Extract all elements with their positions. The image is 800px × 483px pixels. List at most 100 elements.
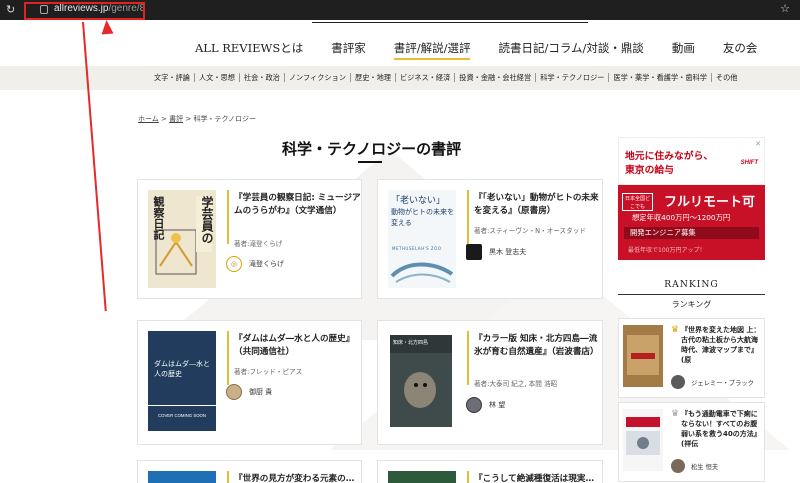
book-author: 著者:大泰司 紀之, 本間 浩昭 — [474, 380, 558, 388]
ranking-reviewer[interactable]: ジェレミー・ブラック — [671, 375, 754, 389]
reviewer-name: 黒木 登志夫 — [489, 248, 527, 256]
review-title[interactable]: 『カラー版 知床・北方四島―流氷が育む自然遺産』（岩波書店） — [474, 333, 602, 358]
reviewer-name: 林 望 — [489, 401, 506, 409]
nav-item-reviewers[interactable]: 書評家 — [331, 40, 366, 60]
reviewer-avatar — [466, 397, 482, 413]
reviewer-avatar — [671, 459, 685, 473]
genre-item[interactable]: ノンフィクション — [285, 73, 352, 82]
nav-item-reviews[interactable]: 書評/解説/選評 — [393, 40, 471, 60]
reviewer[interactable]: 黒木 登志夫 — [466, 244, 526, 260]
review-title[interactable]: 『「老いない」動物がヒトの未来を変える』（原書房） — [474, 192, 602, 217]
ranking-subheading: ランキング — [671, 300, 712, 309]
cover-text: METHUSELAH'S ZOO — [392, 246, 442, 251]
book-cover[interactable] — [148, 471, 216, 483]
genre-item[interactable]: その他 — [712, 73, 742, 82]
reviewer[interactable]: 御厨 貴 — [226, 384, 272, 400]
nav-item-club[interactable]: 友の会 — [723, 40, 758, 60]
reviewer-name: 御厨 貴 — [249, 388, 273, 396]
ad-top: ✕ 地元に住みながら、 東京の給与 SHIFT — [618, 137, 765, 185]
breadcrumb: ホーム > 書評 > 科学・テクノロジー — [138, 115, 257, 123]
accent-bar — [467, 331, 469, 385]
review-card[interactable]: 「老いない」 動物がヒトの未来を変える METHUSELAH'S ZOO 『「老い… — [377, 179, 603, 299]
review-card[interactable]: ダムはムダ―水と人の歴史 COVER COMING SOON 『ダムはムダ―水と… — [137, 320, 362, 445]
nav-item-video[interactable]: 動画 — [672, 40, 695, 60]
ranking-rule — [618, 294, 765, 295]
cover-text: ダムはムダ―水と人の歴史 — [154, 360, 210, 378]
ranking-heading: RANKING — [664, 279, 719, 290]
book-cover[interactable]: 「老いない」 動物がヒトの未来を変える METHUSELAH'S ZOO — [388, 190, 456, 288]
genre-item[interactable]: 社会・政治 — [240, 73, 285, 82]
review-title[interactable]: 『学芸員の観察日記: ミュージアムのうらがわ』（文学通信） — [234, 192, 362, 217]
ranking-thumb[interactable] — [623, 409, 663, 471]
review-title[interactable]: 『こうして絶滅種復活は現実… — [474, 473, 602, 483]
ranking-item[interactable]: ♛ 『世界を変えた地図 上：古代の粘土板から大航海時代、津波マップまで』(原 ジ… — [618, 318, 765, 398]
main-nav: ALL REVIEWSとは 書評家 書評/解説/選評 読書日記/コラム/対談・鼎… — [195, 40, 785, 60]
review-card[interactable]: 『こうして絶滅種復活は現実… — [377, 460, 603, 483]
book-author: 著者:滝登くらげ — [234, 240, 283, 248]
ranking-thumb-art — [623, 325, 663, 387]
book-author: 著者:フレッド・ピアス — [234, 368, 303, 376]
ranking-thumb[interactable] — [623, 325, 663, 387]
ad-note: 最低年収で100万円アップ！ — [628, 247, 706, 254]
genre-item[interactable]: 人文・思想 — [195, 73, 240, 82]
book-cover[interactable]: ダムはムダ―水と人の歴史 COVER COMING SOON — [148, 331, 216, 431]
reload-icon[interactable]: ↻ — [6, 3, 20, 17]
cover-text: 知床・北方四島 — [393, 340, 429, 346]
book-cover-art — [390, 335, 452, 427]
review-card[interactable]: 『世界の見方が変わる元素の… — [137, 460, 362, 483]
reviewer[interactable]: ◎ 滝登くらげ — [226, 256, 284, 272]
ad-badge: 日本全国どこでも — [622, 193, 653, 211]
ad-text: 地元に住みながら、 — [625, 151, 714, 162]
ad-headline: フルリモート可 — [664, 195, 756, 210]
cover-text: 学芸員の — [200, 196, 214, 244]
ad-salary: 想定年収400万円〜1200万円 — [632, 213, 731, 222]
book-cover[interactable]: 知床・北方四島 — [390, 335, 452, 427]
ad-close-icon[interactable]: ✕ — [755, 140, 761, 148]
crown-icon: ♛ — [671, 325, 680, 335]
book-cover[interactable] — [388, 471, 456, 483]
accent-bar — [227, 471, 229, 483]
review-card[interactable]: 観察日記 学芸員の 『学芸員の観察日記: ミュージアムのうらがわ』（文学通信） … — [137, 179, 362, 299]
crown-icon: ♛ — [671, 409, 680, 419]
nav-item-columns[interactable]: 読書日記/コラム/対談・鼎談 — [498, 40, 643, 60]
header-rule — [312, 22, 588, 23]
ad-brand: SHIFT — [740, 160, 758, 166]
ranking-title[interactable]: 『もう通勤電車で下痢にならない！すべてのお腹弱い系を救う40の方法』(祥伝 — [681, 409, 763, 449]
genre-item[interactable]: 文字・評論 — [150, 73, 195, 82]
genre-item[interactable]: 投資・金融・会社経営 — [455, 73, 537, 82]
genre-item[interactable]: 歴史・地理 — [351, 73, 396, 82]
reviewer-name: 滝登くらげ — [249, 260, 284, 268]
cover-text: COVER COMING SOON — [158, 413, 206, 418]
ad-recruit: 開発エンジニア募集 — [624, 227, 759, 239]
breadcrumb-reviews[interactable]: 書評 — [169, 115, 183, 123]
reviewer[interactable]: 林 望 — [466, 397, 505, 413]
review-title[interactable]: 『世界の見方が変わる元素の… — [234, 473, 362, 483]
accent-bar — [467, 190, 469, 244]
genre-item[interactable]: 科学・テクノロジー — [536, 73, 610, 82]
page-title: 科学・テクノロジーの書評 — [282, 140, 462, 158]
ad-bottom: 日本全国どこでも フルリモート可 想定年収400万円〜1200万円 開発エンジニ… — [618, 185, 765, 260]
review-title[interactable]: 『ダムはムダ―水と人の歴史』（共同通信社） — [234, 333, 362, 358]
breadcrumb-current: 科学・テクノロジー — [193, 115, 257, 123]
reviewer-avatar: ◎ — [226, 256, 242, 272]
reviewer-name: 松生 恒夫 — [691, 463, 719, 471]
cover-rule — [148, 405, 216, 406]
accent-bar — [467, 471, 469, 483]
ranking-title[interactable]: 『世界を変えた地図 上：古代の粘土板から大航海時代、津波マップまで』(原 — [681, 325, 763, 365]
review-card[interactable]: 知床・北方四島 『カラー版 知床・北方四島―流氷が育む自然遺産』（岩波書店） 著… — [377, 320, 603, 445]
ranking-reviewer[interactable]: 松生 恒夫 — [671, 459, 718, 473]
annotation-arrow-head — [100, 19, 114, 35]
nav-item-about[interactable]: ALL REVIEWSとは — [195, 40, 303, 60]
genre-item[interactable]: 医学・薬学・看護学・歯科学 — [609, 73, 712, 82]
cover-text: 観察日記 — [152, 196, 165, 240]
bookmark-star-icon[interactable]: ☆ — [780, 2, 790, 15]
accent-bar — [227, 190, 229, 244]
breadcrumb-home[interactable]: ホーム — [138, 115, 159, 123]
advertisement[interactable]: ✕ 地元に住みながら、 東京の給与 SHIFT 日本全国どこでも フルリモート可… — [618, 137, 765, 260]
genre-item[interactable]: ビジネス・経済 — [396, 73, 456, 82]
ad-text: 東京の給与 — [625, 165, 674, 176]
reviewer-avatar — [226, 384, 242, 400]
book-cover[interactable]: 観察日記 学芸員の — [148, 190, 216, 288]
reviewer-avatar — [671, 375, 685, 389]
ranking-item[interactable]: ♛ 『もう通勤電車で下痢にならない！すべてのお腹弱い系を救う40の方法』(祥伝 … — [618, 402, 765, 482]
